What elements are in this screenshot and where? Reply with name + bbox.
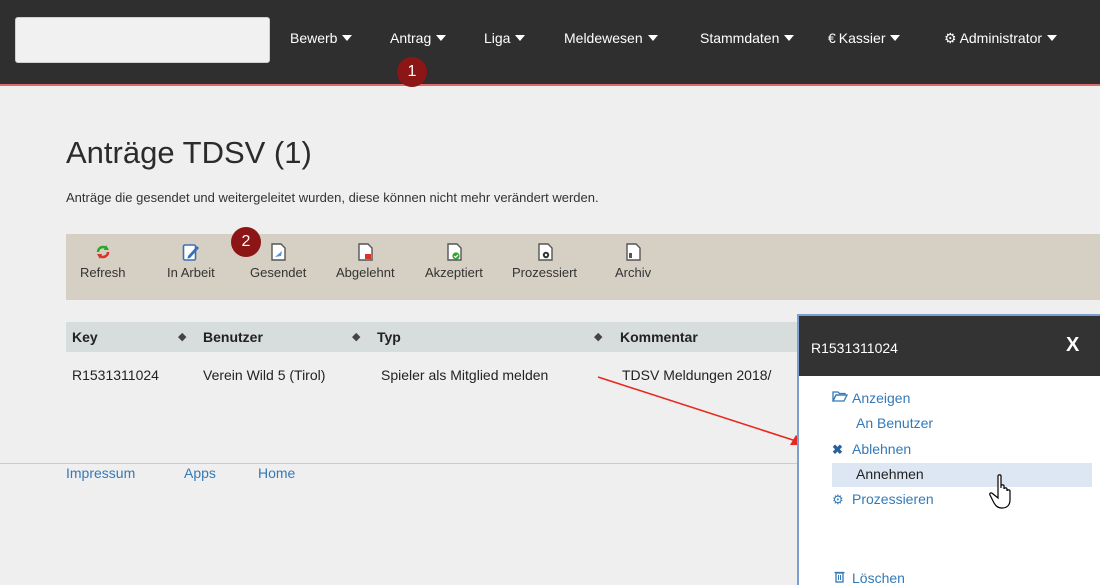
menu-item-prozessieren[interactable]: ⚙ Prozessieren (832, 491, 934, 508)
caret-down-icon (784, 35, 795, 41)
menu-item-loeschen[interactable]: Löschen (832, 570, 905, 585)
menu-label-annehmen: Annehmen (856, 466, 924, 482)
cell-typ: Spieler als Mitglied melden (381, 367, 549, 383)
cell-key: R1531311024 (72, 367, 159, 383)
caret-down-icon (515, 35, 526, 41)
footer-link-apps[interactable]: Apps (184, 465, 216, 481)
logo-area[interactable] (15, 17, 270, 63)
prozessiert-button[interactable]: Prozessiert (512, 242, 577, 280)
panel-title: R1531311024 (811, 340, 898, 356)
folder-open-icon (832, 391, 848, 402)
column-header-typ[interactable]: Typ (377, 322, 401, 352)
table-header: Key ◆ Benutzer ◆ Typ ◆ Kommentar (66, 322, 800, 352)
column-header-key[interactable]: Key (72, 322, 98, 352)
top-navbar: Bewerb Antrag Liga Meldewesen Stammdaten… (0, 0, 1100, 86)
nav-meldewesen-label: Meldewesen (564, 30, 643, 46)
accepted-document-icon (447, 243, 462, 261)
abgelehnt-label: Abgelehnt (336, 265, 395, 280)
abgelehnt-button[interactable]: Abgelehnt (336, 242, 395, 280)
refresh-icon (96, 245, 110, 259)
nav-stammdaten-label: Stammdaten (700, 30, 780, 46)
hand-cursor-icon (989, 474, 1011, 509)
menu-label-an-benutzer: An Benutzer (856, 415, 934, 431)
akzeptiert-button[interactable]: Akzeptiert (425, 242, 483, 280)
menu-label-anzeigen: Anzeigen (852, 390, 911, 406)
cell-benutzer: Verein Wild 5 (Tirol) (203, 367, 326, 383)
footer-link-impressum[interactable]: Impressum (66, 465, 135, 481)
nav-administrator[interactable]: ⚙ Administrator (944, 30, 1058, 47)
refresh-label: Refresh (80, 265, 126, 280)
processed-document-icon (537, 243, 553, 261)
nav-bewerb[interactable]: Bewerb (290, 30, 353, 46)
caret-down-icon (342, 35, 353, 41)
nav-liga[interactable]: Liga (484, 30, 526, 46)
in-arbeit-label: In Arbeit (167, 265, 215, 280)
nav-kassier-label: Kassier (838, 30, 886, 46)
menu-item-annehmen[interactable]: Annehmen (832, 466, 924, 482)
footer-divider (0, 463, 800, 464)
sort-icon[interactable]: ◆ (352, 322, 360, 352)
gears-icon: ⚙ (832, 492, 844, 507)
menu-item-ablehnen[interactable]: ✖ Ablehnen (832, 441, 911, 458)
caret-down-icon (890, 35, 901, 41)
column-header-benutzer[interactable]: Benutzer (203, 322, 263, 352)
action-panel: R1531311024 X Anzeigen An Benutzer ✖ Able… (797, 314, 1100, 585)
menu-label-ablehnen: Ablehnen (852, 441, 912, 457)
archive-document-icon (626, 243, 641, 261)
gears-icon: ⚙ (944, 30, 957, 46)
sort-icon[interactable]: ◆ (594, 322, 602, 352)
column-header-kommentar[interactable]: Kommentar (620, 322, 698, 352)
menu-item-anzeigen[interactable]: Anzeigen (832, 390, 910, 406)
sent-document-icon (271, 243, 286, 261)
close-icon: ✖ (832, 442, 843, 457)
gesendet-label: Gesendet (250, 265, 307, 280)
nav-liga-label: Liga (484, 30, 511, 46)
nav-kassier[interactable]: € Kassier (828, 30, 901, 46)
panel-header: R1531311024 X (799, 316, 1100, 376)
annotation-arrow (597, 376, 806, 445)
in-arbeit-button[interactable]: In Arbeit (167, 242, 215, 280)
caret-down-icon (436, 35, 447, 41)
step-badge-2: 2 (231, 227, 261, 257)
prozessiert-label: Prozessiert (512, 265, 578, 280)
trash-icon (834, 571, 845, 583)
nav-antrag[interactable]: Antrag (390, 30, 447, 46)
close-button[interactable]: X (1066, 334, 1079, 357)
nav-stammdaten[interactable]: Stammdaten (700, 30, 795, 46)
nav-meldewesen[interactable]: Meldewesen (564, 30, 658, 46)
menu-label-loeschen: Löschen (852, 570, 905, 585)
nav-administrator-label: Administrator (959, 30, 1043, 46)
sort-icon[interactable]: ◆ (178, 322, 186, 352)
step-badge-1: 1 (397, 57, 427, 87)
menu-label-prozessieren: Prozessieren (852, 491, 934, 507)
menu-item-an-benutzer[interactable]: An Benutzer (832, 415, 933, 431)
akzeptiert-label: Akzeptiert (425, 265, 483, 280)
caret-down-icon (647, 35, 658, 41)
status-toolbar: Refresh In Arbeit Gesendet Abgelehnt Akz… (66, 234, 1100, 300)
archiv-label: Archiv (615, 265, 652, 280)
caret-down-icon (1047, 35, 1058, 41)
euro-icon: € (828, 30, 836, 46)
edit-icon (182, 244, 199, 261)
page-title: Anträge TDSV (1) (66, 135, 312, 170)
footer-link-home[interactable]: Home (258, 465, 295, 481)
nav-bewerb-label: Bewerb (290, 30, 338, 46)
archiv-button[interactable]: Archiv (615, 242, 651, 280)
refresh-button[interactable]: Refresh (80, 242, 126, 280)
rejected-document-icon (358, 243, 373, 261)
page-description: Anträge die gesendet und weitergeleitet … (66, 190, 599, 205)
nav-antrag-label: Antrag (390, 30, 432, 46)
